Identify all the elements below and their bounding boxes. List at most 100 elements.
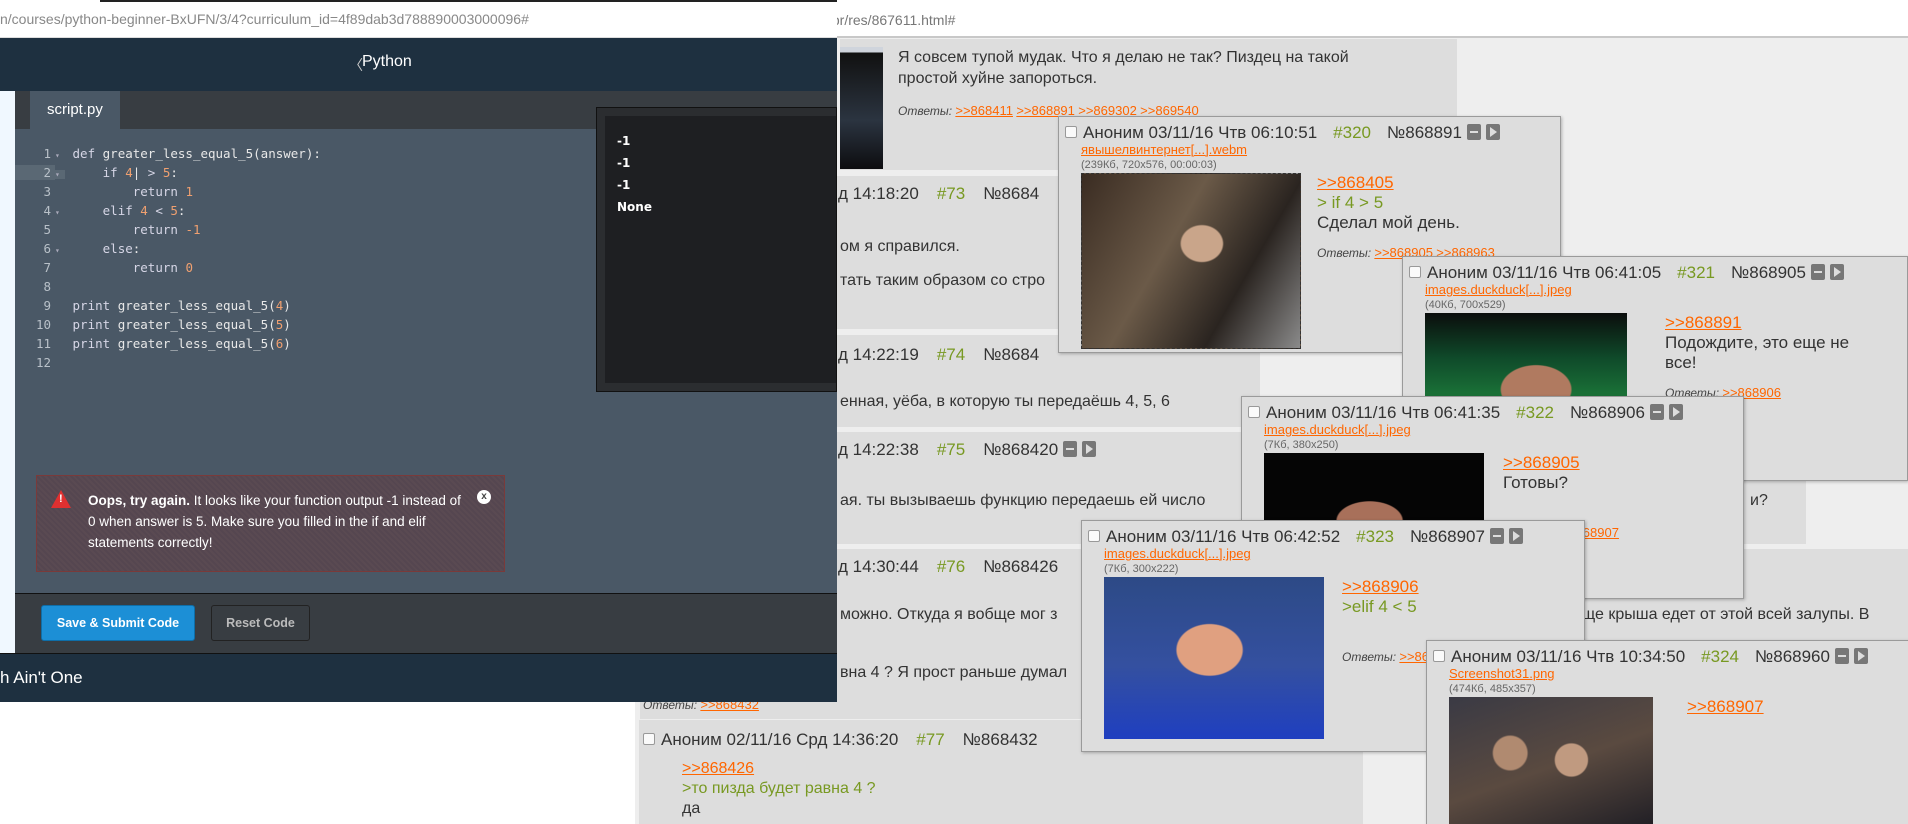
attachment-filename[interactable]: явышелвинтернет[...].webm — [1081, 142, 1247, 157]
code-line[interactable]: 6 ▾ else: — [15, 241, 140, 260]
hide-icon[interactable] — [1466, 124, 1481, 140]
attachment-thumbnail[interactable] — [1081, 173, 1301, 349]
reset-code-button[interactable]: Reset Code — [211, 605, 310, 641]
reply-link[interactable]: >>868426 — [682, 760, 754, 778]
expand-icon[interactable] — [1829, 264, 1844, 280]
close-icon[interactable]: x — [477, 490, 491, 504]
post-id[interactable]: №8684 — [983, 184, 1039, 203]
error-message: Oops, try again. It looks like your func… — [36, 475, 505, 572]
post-checkbox[interactable] — [1088, 530, 1100, 542]
post-number[interactable]: #324 — [1701, 647, 1739, 666]
attachment-thumbnail[interactable] — [1425, 313, 1627, 403]
address-bar[interactable]: /pr/res/867611.html# — [826, 0, 1908, 38]
post-number[interactable]: #77 — [916, 730, 944, 749]
code-keyword: return — [132, 184, 186, 199]
course-title[interactable]: Python — [362, 53, 412, 71]
attachment-filename[interactable]: images.duckduck[...].jpeg — [1104, 546, 1251, 561]
code-token: ) — [283, 298, 291, 313]
post-id[interactable]: №868906 — [1570, 403, 1645, 422]
attachment-filename[interactable]: images.duckduck[...].jpeg — [1264, 422, 1411, 437]
hide-icon[interactable] — [1810, 264, 1825, 280]
chevron-left-icon[interactable]: 〈 — [349, 55, 363, 75]
code-line[interactable]: 2 ▾ if 4| > 5: — [15, 165, 178, 184]
reply-link[interactable]: >>868906 — [1342, 577, 1458, 597]
post-number[interactable]: #321 — [1677, 263, 1715, 282]
post-number[interactable]: #74 — [937, 345, 965, 364]
post-text: все! — [1665, 353, 1697, 372]
line-number: 7 — [43, 260, 51, 275]
url-text[interactable]: /pr/res/867611.html# — [828, 12, 955, 28]
code-line[interactable]: 12 — [15, 355, 73, 374]
expand-icon[interactable] — [1485, 124, 1500, 140]
hide-icon[interactable] — [1063, 441, 1078, 457]
fold-arrow-icon[interactable]: ▾ — [55, 170, 65, 179]
code-keyword: print — [72, 317, 118, 332]
code-line[interactable]: 8 — [15, 279, 73, 298]
address-bar[interactable]: n/courses/python-beginner-BxUFN/3/4?curr… — [0, 0, 837, 38]
post-id[interactable]: №868420 — [983, 440, 1058, 459]
hide-icon[interactable] — [1489, 528, 1504, 544]
post-number[interactable]: #320 — [1333, 123, 1371, 142]
post-text: Сделал мой день. — [1317, 213, 1460, 232]
line-number: 11 — [35, 336, 51, 351]
code-line[interactable]: 3 return 1 — [15, 184, 193, 203]
reply-link[interactable]: >>868907 — [1687, 697, 1764, 717]
output-console: -1 -1 -1 None — [596, 107, 837, 392]
tab-script-py[interactable]: script.py — [30, 91, 120, 129]
code-line[interactable]: 5 return -1 — [15, 222, 200, 241]
post-thumbnail[interactable] — [840, 47, 883, 169]
post-id[interactable]: №8684 — [983, 345, 1039, 364]
post-number[interactable]: #76 — [937, 557, 965, 576]
code-text: if 4| > 5: — [65, 165, 178, 180]
post-number[interactable]: #322 — [1516, 403, 1554, 422]
post-id[interactable]: №868907 — [1410, 527, 1485, 546]
hide-icon[interactable] — [1834, 648, 1849, 664]
attachment-filename[interactable]: images.duckduck[...].jpeg — [1425, 282, 1572, 297]
reply-link[interactable]: >>868891 — [1665, 313, 1849, 333]
reply-link[interactable]: >>868405 — [1317, 173, 1495, 193]
line-number: 3 — [43, 184, 51, 199]
post-id[interactable]: №868432 — [963, 730, 1038, 749]
quote-text: >то пизда будет равна 4 ? — [682, 780, 876, 797]
expand-icon[interactable] — [1853, 648, 1868, 664]
expand-icon[interactable] — [1668, 404, 1683, 420]
post-checkbox[interactable] — [1248, 406, 1260, 418]
code-number: 4 — [140, 203, 148, 218]
url-text[interactable]: n/courses/python-beginner-BxUFN/3/4?curr… — [0, 11, 529, 27]
attachment-thumbnail[interactable] — [1449, 697, 1653, 824]
expand-icon[interactable] — [1508, 528, 1523, 544]
code-line[interactable]: 4 ▾ elif 4 < 5: — [15, 203, 185, 222]
lesson-title: h Ain't One — [0, 668, 83, 687]
post-id[interactable]: №868426 — [983, 557, 1058, 576]
save-submit-button[interactable]: Save & Submit Code — [41, 605, 195, 641]
code-line[interactable]: 1 ▾ def greater_less_equal_5(answer): — [15, 146, 320, 165]
post-checkbox[interactable] — [643, 733, 655, 745]
code-line[interactable]: 10 print greater_less_equal_5(5) — [15, 317, 291, 336]
code-line[interactable]: 7 return 0 — [15, 260, 193, 279]
fold-arrow-icon[interactable]: ▾ — [55, 151, 65, 160]
attachment-thumbnail[interactable] — [1104, 577, 1324, 739]
reply-link[interactable]: >>868411 — [955, 103, 1013, 118]
post-number[interactable]: #323 — [1356, 527, 1394, 546]
code-number: 4 — [125, 165, 133, 180]
code-line[interactable]: 11 print greater_less_equal_5(6) — [15, 336, 291, 355]
reply-link[interactable]: >>868905 — [1503, 453, 1619, 473]
expand-icon[interactable] — [1082, 441, 1097, 457]
attachment-filename[interactable]: Screenshot31.png — [1449, 666, 1555, 681]
post-number[interactable]: #73 — [937, 184, 965, 203]
post-id[interactable]: №868905 — [1731, 263, 1806, 282]
fold-arrow-icon[interactable]: ▾ — [55, 246, 65, 255]
code-line[interactable]: 9 print greater_less_equal_5(4) — [15, 298, 291, 317]
fold-arrow-icon[interactable]: ▾ — [55, 208, 65, 217]
hide-icon[interactable] — [1649, 404, 1664, 420]
post-number[interactable]: #75 — [937, 440, 965, 459]
code-text: return 0 — [65, 260, 193, 275]
post-id[interactable]: №868891 — [1387, 123, 1462, 142]
post-text: и? — [1750, 492, 1768, 509]
post-checkbox[interactable] — [1409, 266, 1421, 278]
warning-icon — [51, 490, 71, 508]
post-checkbox[interactable] — [1065, 126, 1077, 138]
post-checkbox[interactable] — [1433, 650, 1445, 662]
post-id[interactable]: №868960 — [1755, 647, 1830, 666]
